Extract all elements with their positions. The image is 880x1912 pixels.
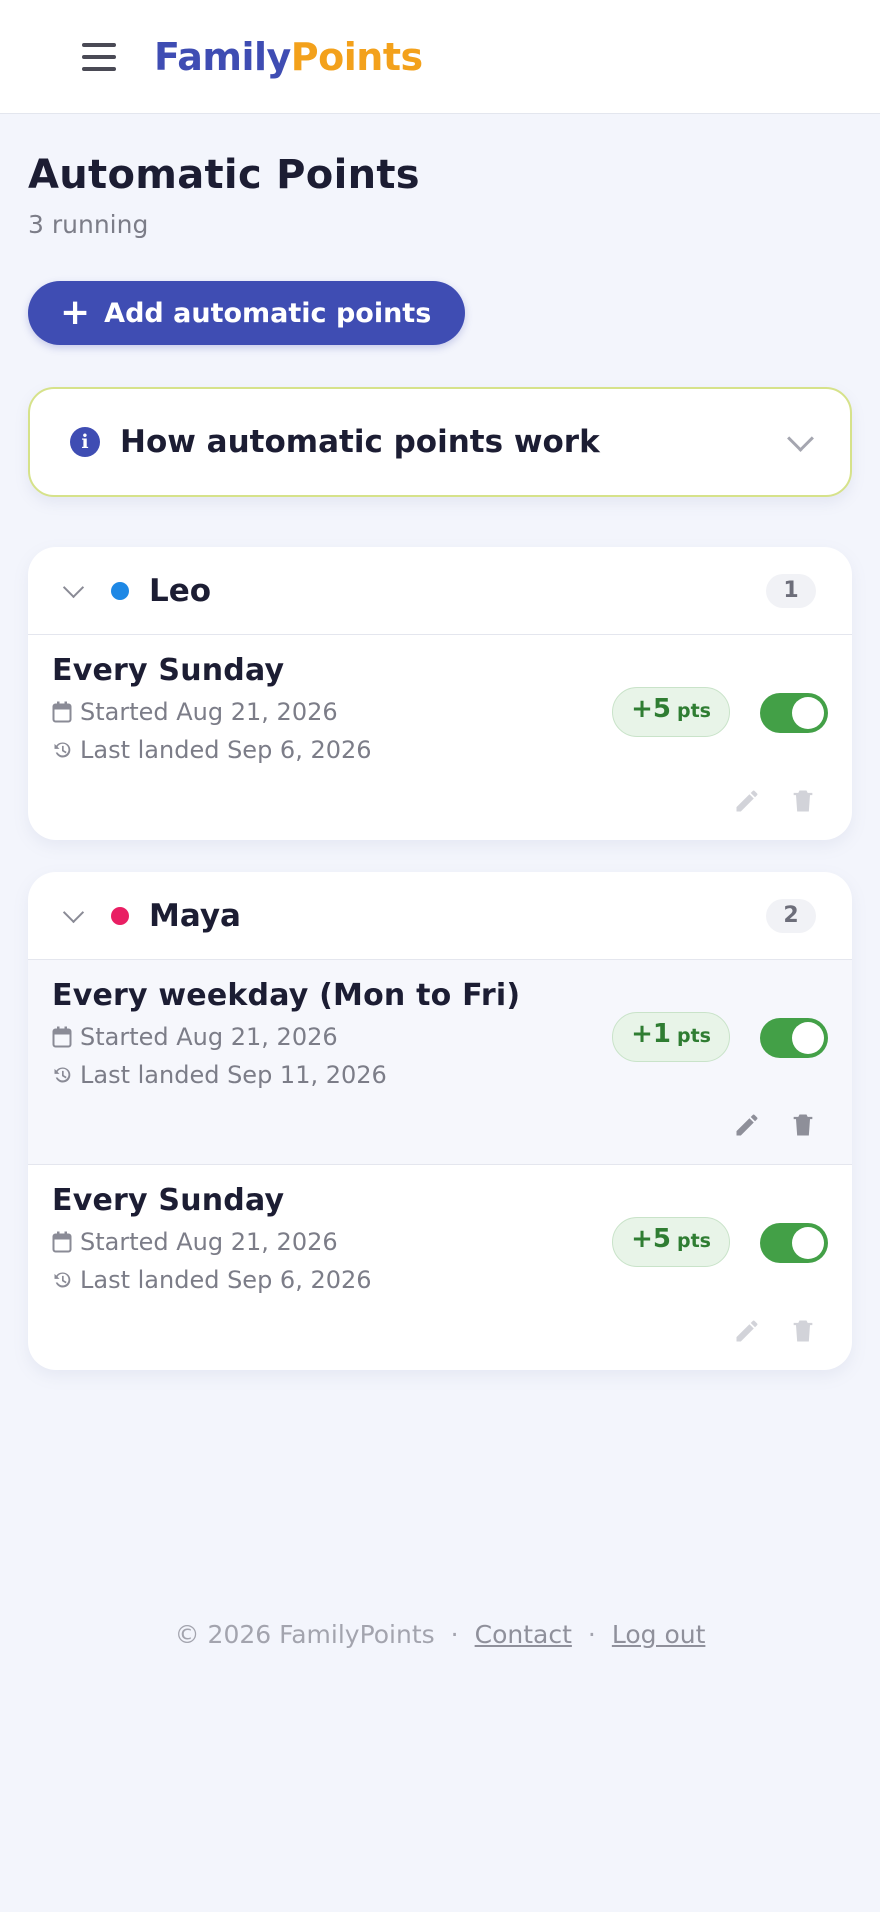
calendar-icon <box>52 1231 72 1253</box>
points-badge: +5 pts <box>612 1217 730 1267</box>
rule-item: Every weekday (Mon to Fri) Started Aug 2… <box>28 960 852 1165</box>
last-landed-text: Last landed Sep 11, 2026 <box>80 1061 387 1089</box>
started-text: Started Aug 21, 2026 <box>80 698 338 726</box>
add-button-label: Add automatic points <box>104 297 432 329</box>
hamburger-menu-icon[interactable] <box>82 42 116 71</box>
rule-title: Every Sunday <box>52 653 285 688</box>
calendar-icon <box>52 1026 72 1048</box>
brand-logo[interactable]: FamilyPoints <box>154 35 423 79</box>
started-text: Started Aug 21, 2026 <box>80 1023 338 1051</box>
how-it-works-accordion[interactable]: i How automatic points work <box>28 387 852 497</box>
logout-link[interactable]: Log out <box>612 1620 706 1649</box>
info-icon: i <box>70 427 100 457</box>
points-unit: pts <box>677 1025 711 1047</box>
plus-icon: + <box>60 292 91 333</box>
history-icon <box>52 739 72 761</box>
top-bar: FamilyPoints <box>0 0 880 114</box>
chevron-down-icon <box>787 424 814 452</box>
main-content: Automatic Points 3 running + Add automat… <box>0 152 880 1370</box>
person-header-maya[interactable]: Maya 2 <box>28 872 852 960</box>
person-color-dot <box>111 581 129 600</box>
running-count: 3 running <box>28 210 149 239</box>
rule-last-landed: Last landed Sep 11, 2026 <box>52 1061 828 1089</box>
points-value: +1 <box>631 1019 671 1049</box>
history-icon <box>52 1064 72 1086</box>
rule-count-badge: 1 <box>766 573 816 608</box>
started-text: Started Aug 21, 2026 <box>80 1228 338 1256</box>
footer-separator: · <box>450 1620 459 1649</box>
chevron-down-icon <box>62 901 85 923</box>
last-landed-text: Last landed Sep 6, 2026 <box>80 736 372 764</box>
edit-pencil-icon[interactable] <box>732 786 762 816</box>
history-icon <box>52 1269 72 1291</box>
points-unit: pts <box>677 700 711 722</box>
rule-last-landed: Last landed Sep 6, 2026 <box>52 736 828 764</box>
rule-title: Every weekday (Mon to Fri) <box>52 978 521 1013</box>
delete-trash-icon[interactable] <box>788 786 818 816</box>
person-card-maya: Maya 2 Every weekday (Mon to Fri) Starte… <box>28 872 852 1370</box>
points-badge: +1 pts <box>612 1012 730 1062</box>
edit-pencil-icon[interactable] <box>732 1316 762 1346</box>
points-value: +5 <box>631 1224 671 1254</box>
rule-enabled-toggle[interactable] <box>760 1223 828 1263</box>
rule-item: Every Sunday Started Aug 21, 2026 Last l… <box>28 1165 852 1370</box>
last-landed-text: Last landed Sep 6, 2026 <box>80 1266 372 1294</box>
contact-link[interactable]: Contact <box>475 1620 572 1649</box>
brand-name-part2: Points <box>290 34 423 79</box>
person-name: Maya <box>149 897 241 934</box>
add-automatic-points-button[interactable]: + Add automatic points <box>28 281 466 345</box>
points-value: +5 <box>631 694 671 724</box>
person-name: Leo <box>149 572 212 609</box>
points-badge: +5 pts <box>612 687 730 737</box>
delete-trash-icon[interactable] <box>788 1110 818 1140</box>
footer-separator: · <box>587 1620 596 1649</box>
person-header-leo[interactable]: Leo 1 <box>28 547 852 635</box>
edit-pencil-icon[interactable] <box>732 1110 762 1140</box>
how-it-works-title: How automatic points work <box>120 424 600 460</box>
rule-item: Every Sunday Started Aug 21, 2026 Last l… <box>28 635 852 840</box>
rule-count-badge: 2 <box>766 898 816 933</box>
brand-name-part1: Family <box>154 34 291 79</box>
copyright-text: © 2026 FamilyPoints <box>174 1620 435 1649</box>
calendar-icon <box>52 701 72 723</box>
rule-actions <box>732 1110 818 1140</box>
footer: © 2026 FamilyPoints · Contact · Log out <box>0 1620 880 1649</box>
delete-trash-icon[interactable] <box>788 1316 818 1346</box>
chevron-down-icon <box>62 576 85 598</box>
person-card-leo: Leo 1 Every Sunday Started Aug 21, 2026 … <box>28 547 852 840</box>
page-title: Automatic Points <box>28 152 420 198</box>
person-color-dot <box>111 906 129 925</box>
rule-last-landed: Last landed Sep 6, 2026 <box>52 1266 828 1294</box>
rule-title: Every Sunday <box>52 1183 285 1218</box>
rule-actions <box>732 786 818 816</box>
rule-actions <box>732 1316 818 1346</box>
rule-enabled-toggle[interactable] <box>760 693 828 733</box>
rule-enabled-toggle[interactable] <box>760 1018 828 1058</box>
points-unit: pts <box>677 1230 711 1252</box>
